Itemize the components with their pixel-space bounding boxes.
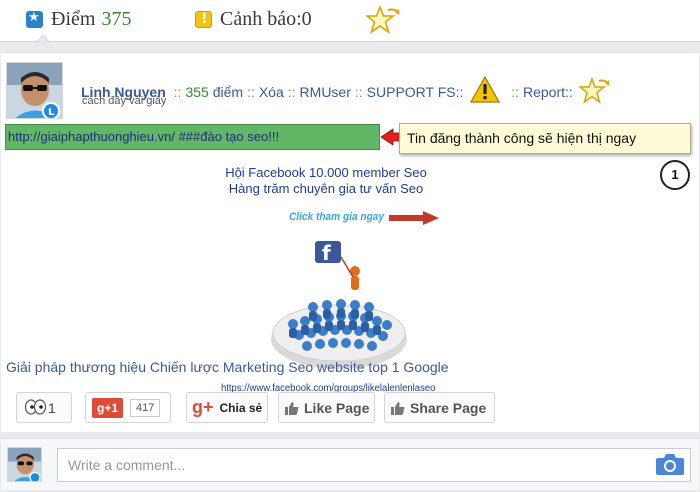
- star-badge-icon: [26, 10, 43, 28]
- points-bar: Điểm 375 Cảnh báo: 0: [0, 0, 700, 43]
- post-description-link[interactable]: Giải pháp thương hiệu Chiến lược Marketi…: [6, 359, 449, 375]
- like-page-button[interactable]: Like Page: [278, 392, 375, 423]
- favorite-star-icon[interactable]: [366, 4, 402, 36]
- rmuser-link[interactable]: RMUser: [300, 84, 351, 100]
- favorite-star-icon[interactable]: [578, 76, 611, 106]
- author-avatar[interactable]: L: [6, 62, 63, 119]
- google-plus-one-button[interactable]: g+1 417: [85, 392, 171, 423]
- points-label: Điểm: [51, 7, 96, 30]
- support-link[interactable]: SUPPORT FS::: [367, 84, 464, 100]
- highlighted-post-text[interactable]: http://giaiphapthuonghieu.vn/ ###đào tạo…: [5, 124, 380, 150]
- svg-text:f: f: [322, 241, 331, 265]
- commenter-avatar: [7, 447, 42, 482]
- warning-value: 0: [301, 7, 312, 30]
- arrow-right-icon: [389, 211, 439, 225]
- points-tab[interactable]: Điểm 375: [26, 7, 131, 31]
- points-value: 375: [101, 7, 132, 30]
- promo-line-1: Hội Facebook 10.000 member Seo: [225, 165, 427, 180]
- share-label: Chia sẻ: [219, 400, 263, 415]
- promo-click-text: Click tham gia ngay: [289, 211, 385, 223]
- share-page-button[interactable]: Share Page: [384, 392, 495, 423]
- promo-line-2: Hàng trăm chuyên gia tư vấn Seo: [228, 181, 424, 196]
- pleased-reaction-button[interactable]: 1: [16, 392, 72, 423]
- author-points: 355: [185, 84, 209, 100]
- warning-label: Cảnh báo:: [220, 7, 302, 30]
- warning-icon: [195, 10, 212, 28]
- active-tab-caret: [36, 35, 50, 43]
- avatar-image: L: [7, 63, 62, 118]
- post-card: L Linh Nguyen :: 355 điểm:: Xóa:: RMUser:: S…: [1, 52, 699, 432]
- google-plus-icon: g+1: [92, 397, 124, 418]
- separator: ::: [287, 84, 296, 100]
- google-plus-share-button[interactable]: g+ Chia sẻ: [186, 392, 268, 423]
- delete-link[interactable]: Xóa: [259, 84, 284, 100]
- svg-text:L: L: [48, 107, 55, 118]
- thumbs-up-icon: [285, 401, 299, 415]
- separator: ::: [354, 84, 363, 100]
- thumbs-up-icon: [391, 401, 405, 415]
- share-page-label: Share Page: [410, 399, 487, 416]
- pleased-count: 1: [48, 399, 56, 416]
- google-plus-icon: g+: [192, 397, 214, 417]
- facebook-group-illustration: f: [271, 241, 407, 369]
- separator: ::: [511, 84, 519, 100]
- report-link[interactable]: Report::: [523, 84, 573, 100]
- comment-input[interactable]: [57, 448, 691, 482]
- warning-tab[interactable]: Cảnh báo: 0: [195, 7, 312, 31]
- separator: ::: [173, 84, 182, 100]
- post-time: cách đây vài giây: [82, 95, 167, 107]
- points-unit: điểm: [212, 84, 244, 100]
- pleased-face-icon: [24, 398, 46, 415]
- callout-tooltip: Tin đăng thành công sẽ hiện thị ngay: [399, 123, 691, 154]
- separator: ::: [247, 84, 255, 100]
- avatar-image: [8, 448, 41, 481]
- warning-icon[interactable]: [470, 76, 501, 103]
- like-page-label: Like Page: [304, 399, 370, 416]
- google-plus-count: 417: [130, 398, 161, 417]
- comment-bar: [1, 438, 699, 490]
- step-number-badge: 1: [660, 160, 690, 190]
- camera-icon[interactable]: [656, 453, 684, 475]
